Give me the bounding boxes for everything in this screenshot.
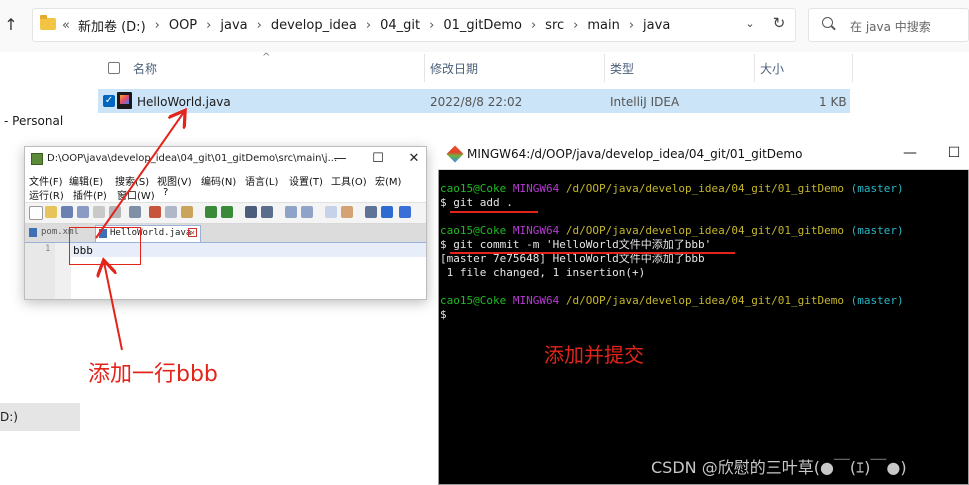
arrow-to-file xyxy=(95,112,184,239)
watermark: CSDN @欣慰的三叶草(●￣(ｴ)￣●) xyxy=(651,458,907,477)
annotation-arrows xyxy=(95,0,969,351)
arrow-to-code xyxy=(104,262,123,351)
